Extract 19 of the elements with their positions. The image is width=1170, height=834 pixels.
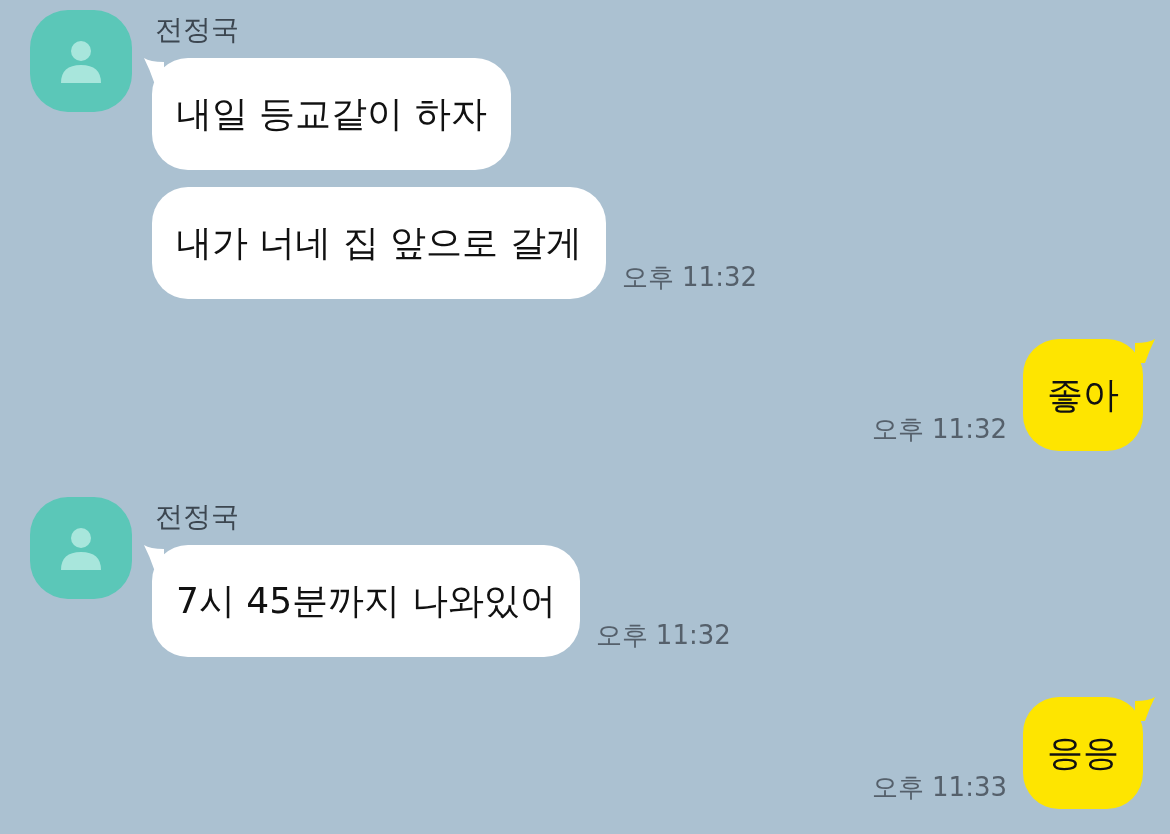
bubble-tail	[144, 545, 164, 569]
message-bubble: 내일 등교같이 하자	[152, 58, 511, 170]
sender-name: 전정국	[155, 499, 239, 535]
message-time: 오후 11:32	[621, 261, 757, 294]
avatar[interactable]	[30, 497, 132, 599]
avatar[interactable]	[30, 10, 132, 112]
bubble-tail	[144, 58, 164, 82]
message-time: 오후 11:32	[871, 413, 1007, 446]
person-icon	[59, 39, 103, 83]
person-icon	[59, 526, 103, 570]
sender-name: 전정국	[155, 12, 239, 48]
message-bubble: 내가 너네 집 앞으로 갈게	[152, 187, 606, 299]
bubble-tail	[1135, 697, 1155, 721]
message-bubble: 응응	[1023, 697, 1143, 809]
bubble-tail	[1135, 339, 1155, 363]
message-time: 오후 11:32	[595, 619, 731, 652]
message-bubble: 7시 45분까지 나와있어	[152, 545, 580, 657]
message-time: 오후 11:33	[871, 771, 1007, 804]
message-bubble: 좋아	[1023, 339, 1143, 451]
